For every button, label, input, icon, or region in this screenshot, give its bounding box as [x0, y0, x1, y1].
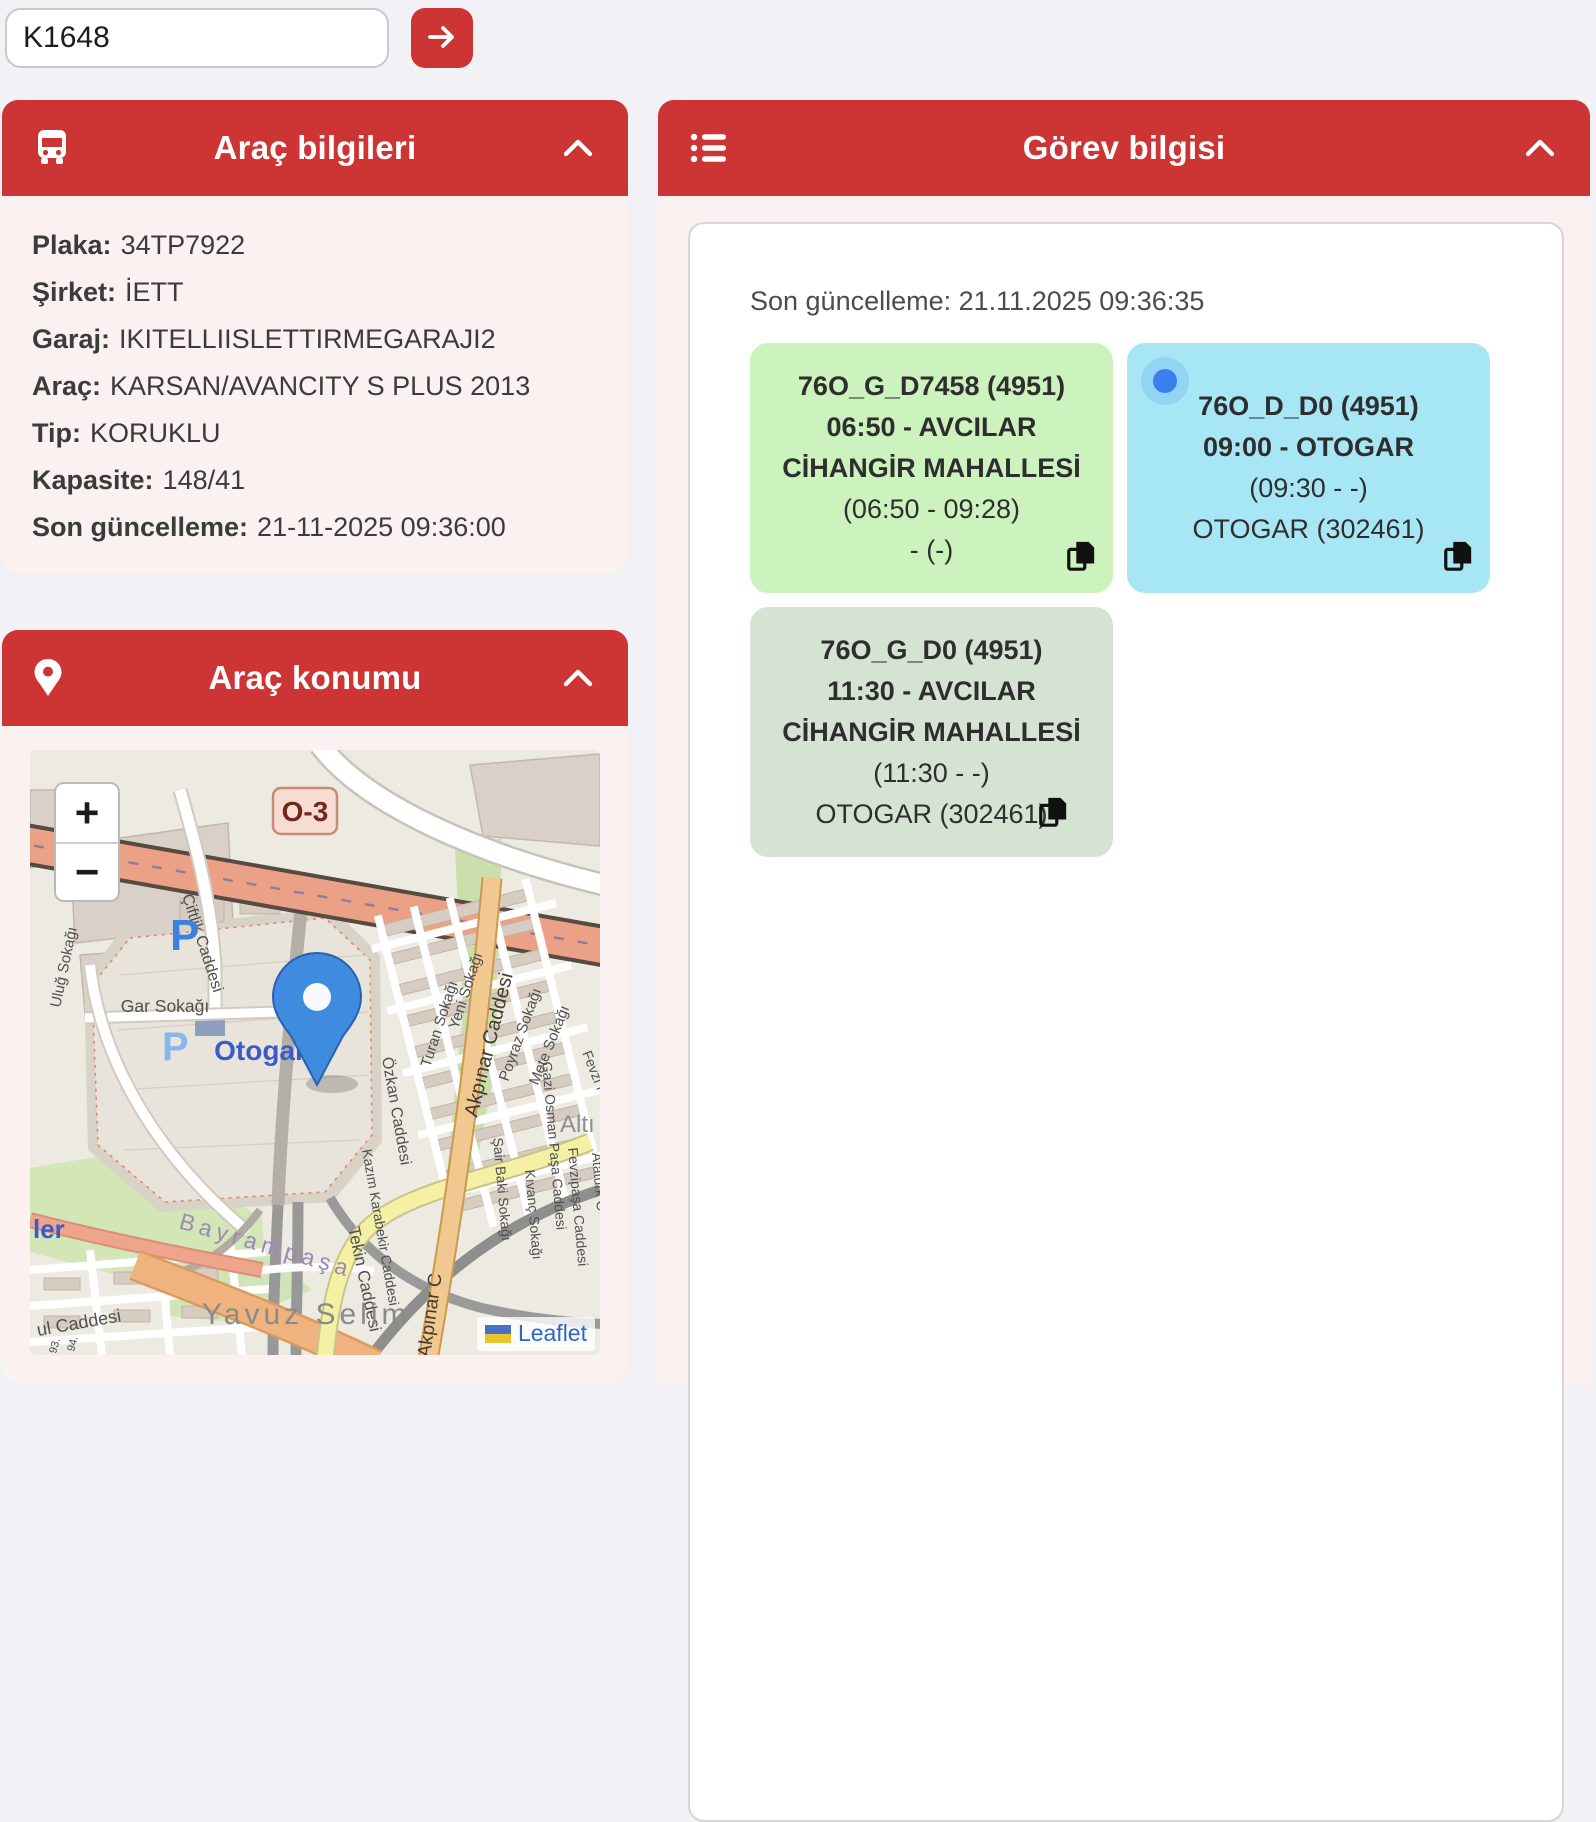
task-time-window: (06:50 - 09:28)	[843, 489, 1020, 530]
vehicle-info-panel: Araç bilgileri Plaka:34TP7922 Şirket:İET…	[2, 100, 628, 573]
vehicle-location-panel: Araç konumu + − Leaflet	[2, 630, 628, 1382]
map-label-gar: Gar Sokağı	[121, 996, 210, 1016]
map-label-ler: ler	[33, 1214, 65, 1244]
vehicle-field-tip: Tip:KORUKLU	[32, 410, 598, 457]
leaflet-map[interactable]: + − Leaflet	[30, 750, 600, 1355]
active-status-dot	[1153, 369, 1177, 393]
search-input[interactable]	[5, 8, 389, 68]
vehicle-field-garaj: Garaj:IKITELLIISLETTIRMEGARAJI2	[32, 316, 598, 363]
search-bar	[5, 8, 473, 68]
vehicle-info-header[interactable]: Araç bilgileri	[2, 100, 628, 196]
map-label-o3: O-3	[282, 796, 329, 827]
task-title: 76O_G_D0 (4951)	[820, 630, 1042, 671]
task-card-active: 76O_D_D0 (4951) 09:00 - OTOGAR (09:30 - …	[1127, 343, 1490, 593]
ukraine-flag-icon	[485, 1325, 511, 1343]
task-stop: OTOGAR (302461)	[1192, 509, 1424, 550]
task-info-header[interactable]: Görev bilgisi	[658, 100, 1590, 196]
task-stop: OTOGAR (302461)	[815, 794, 1047, 835]
vehicle-info-title: Araç bilgileri	[78, 129, 552, 167]
task-title: 76O_G_D7458 (4951)	[798, 366, 1065, 407]
copy-icon[interactable]	[1037, 794, 1069, 833]
task-time-window: (11:30 - -)	[873, 753, 990, 794]
task-info-title: Görev bilgisi	[734, 129, 1514, 167]
copy-icon[interactable]	[1065, 538, 1097, 577]
task-route: 11:30 - AVCILAR CİHANGİR MAHALLESİ	[772, 671, 1091, 753]
location-pin-icon	[32, 657, 78, 699]
map-zoom-in-button[interactable]: +	[56, 784, 118, 842]
bus-icon	[32, 127, 78, 169]
task-card: 76O_G_D0 (4951) 11:30 - AVCILAR CİHANGİR…	[750, 607, 1113, 857]
map-parking-icon: P	[162, 1025, 189, 1069]
task-info-panel: Görev bilgisi Son güncelleme: 21.11.2025…	[658, 100, 1590, 1387]
map-label-alti: Altı	[560, 1111, 595, 1138]
vehicle-location-title: Araç konumu	[78, 659, 552, 697]
map-attribution[interactable]: Leaflet	[477, 1317, 595, 1351]
search-submit-button[interactable]	[411, 8, 473, 68]
map-o3-badge: O-3	[273, 788, 337, 834]
task-list-card: Son güncelleme: 21.11.2025 09:36:35 76O_…	[688, 222, 1564, 1822]
task-stop: - (-)	[910, 530, 953, 571]
task-route: 09:00 - OTOGAR	[1203, 427, 1414, 468]
collapse-chevron-up-icon[interactable]	[1514, 135, 1560, 161]
vehicle-field-plaka: Plaka:34TP7922	[32, 222, 598, 269]
map-zoom-control: + −	[54, 782, 120, 902]
vehicle-field-son-guncelleme: Son güncelleme:21-11-2025 09:36:00	[32, 504, 598, 551]
vehicle-field-arac: Araç:KARSAN/AVANCITY S PLUS 2013	[32, 363, 598, 410]
copy-icon[interactable]	[1442, 538, 1474, 577]
task-title: 76O_D_D0 (4951)	[1198, 386, 1419, 427]
list-icon	[688, 128, 734, 168]
task-cards: 76O_G_D7458 (4951) 06:50 - AVCILAR CİHAN…	[750, 343, 1510, 857]
leaflet-attribution-link[interactable]: Leaflet	[518, 1320, 587, 1347]
vehicle-info-body: Plaka:34TP7922 Şirket:İETT Garaj:IKITELL…	[2, 196, 628, 573]
task-route: 06:50 - AVCILAR CİHANGİR MAHALLESİ	[772, 407, 1091, 489]
tasks-last-update: Son güncelleme: 21.11.2025 09:36:35	[750, 286, 1562, 317]
map-parking-icon: P	[170, 911, 199, 960]
vehicle-location-header[interactable]: Araç konumu	[2, 630, 628, 726]
vehicle-field-kapasite: Kapasite:148/41	[32, 457, 598, 504]
collapse-chevron-up-icon[interactable]	[552, 665, 598, 691]
vehicle-field-sirket: Şirket:İETT	[32, 269, 598, 316]
task-card: 76O_G_D7458 (4951) 06:50 - AVCILAR CİHAN…	[750, 343, 1113, 593]
arrow-right-icon	[425, 20, 459, 57]
map-label-yavuz-selim: Yavuz Selim	[202, 1298, 411, 1331]
task-time-window: (09:30 - -)	[1249, 468, 1368, 509]
map-zoom-out-button[interactable]: −	[56, 842, 118, 900]
vehicle-location-body: + − Leaflet	[2, 726, 628, 1382]
collapse-chevron-up-icon[interactable]	[552, 135, 598, 161]
task-info-body: Son güncelleme: 21.11.2025 09:36:35 76O_…	[658, 196, 1590, 1387]
